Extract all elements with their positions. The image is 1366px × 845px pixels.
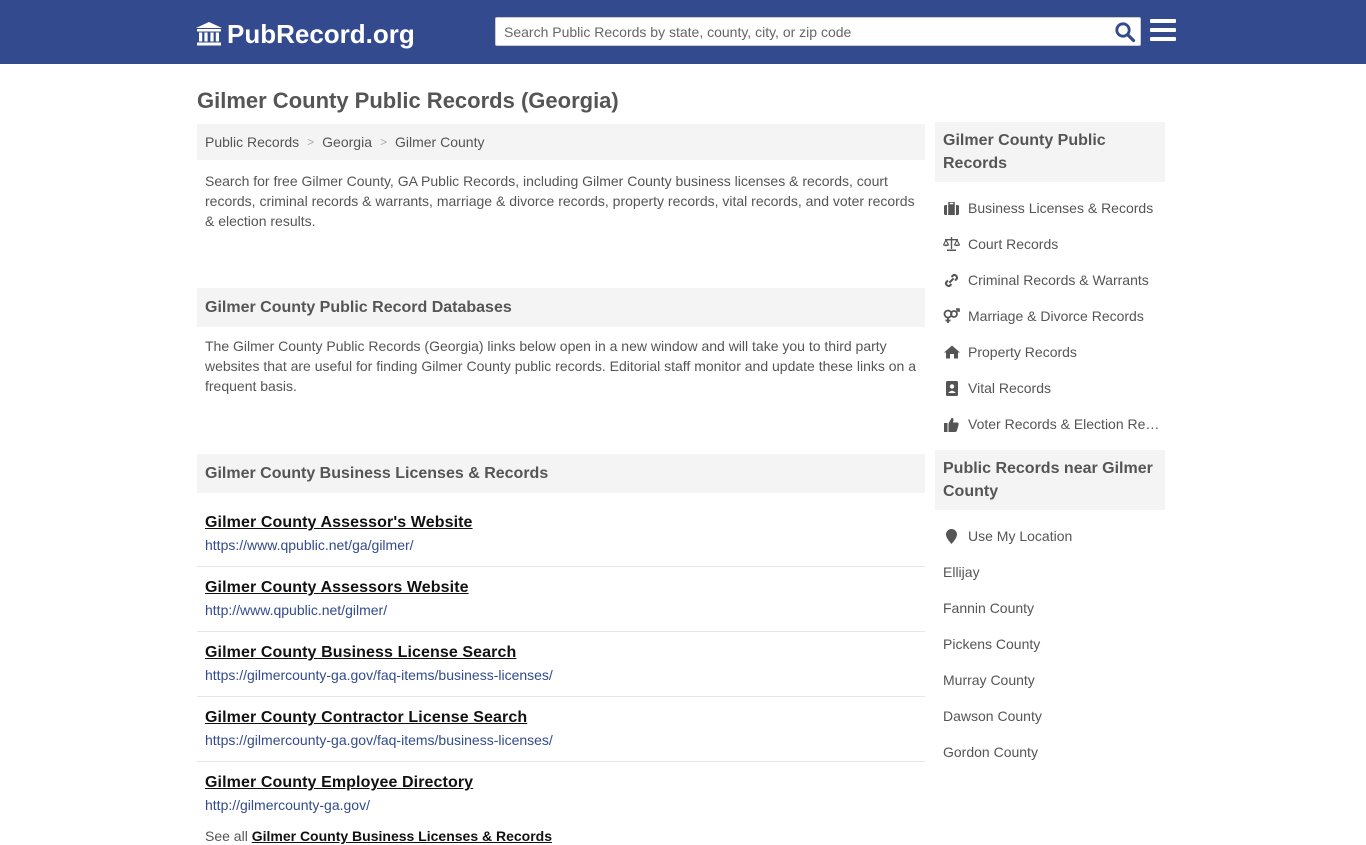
- main-content: Public Records > Georgia > Gilmer County…: [197, 124, 925, 845]
- record-url[interactable]: https://gilmercounty-ga.gov/faq-items/bu…: [205, 666, 917, 684]
- map-pin-icon: [943, 528, 960, 544]
- record-item: Gilmer County Contractor License Search …: [197, 697, 925, 762]
- near-item[interactable]: Murray County: [935, 662, 1165, 698]
- sidebar-item-label[interactable]: Court Records: [968, 236, 1058, 252]
- business-record-list: Gilmer County Assessor's Website https:/…: [197, 493, 925, 827]
- near-item-link[interactable]: Ellijay: [943, 564, 980, 580]
- top-navigation-bar: PubRecord.org: [0, 0, 1366, 64]
- use-my-location-label[interactable]: Use My Location: [968, 528, 1072, 544]
- sidebar-item-label[interactable]: Vital Records: [968, 380, 1051, 396]
- search-input[interactable]: [496, 18, 1106, 45]
- see-all-link[interactable]: Gilmer County Business Licenses & Record…: [252, 828, 552, 844]
- record-item: Gilmer County Business License Search ht…: [197, 632, 925, 697]
- intro-text: Search for free Gilmer County, GA Public…: [205, 173, 915, 229]
- sidebar: Gilmer County Public Records Business Li…: [935, 122, 1165, 770]
- see-all-prefix: See all: [205, 828, 248, 844]
- record-title-link[interactable]: Gilmer County Contractor License Search: [205, 707, 917, 729]
- near-item-link[interactable]: Gordon County: [943, 744, 1038, 760]
- record-title-link[interactable]: Gilmer County Employee Directory: [205, 772, 917, 794]
- breadcrumb-separator: >: [307, 135, 315, 149]
- near-item[interactable]: Pickens County: [935, 626, 1165, 662]
- menu-bar: [1150, 37, 1176, 41]
- near-item-link[interactable]: Pickens County: [943, 636, 1040, 652]
- databases-heading: Gilmer County Public Record Databases: [197, 288, 925, 327]
- near-item[interactable]: Gordon County: [935, 734, 1165, 770]
- breadcrumb-georgia[interactable]: Georgia: [322, 134, 372, 150]
- sidebar-item-label[interactable]: Criminal Records & Warrants: [968, 272, 1149, 288]
- site-logo-link[interactable]: PubRecord.org: [195, 18, 415, 50]
- sidebar-records-heading: Gilmer County Public Records: [935, 122, 1165, 182]
- sidebar-near-list: Use My Location Ellijay Fannin County Pi…: [935, 510, 1165, 770]
- sidebar-item-voter[interactable]: Voter Records & Election Results: [935, 406, 1165, 442]
- sidebar-item-property[interactable]: Property Records: [935, 334, 1165, 370]
- sidebar-item-label[interactable]: Business Licenses & Records: [968, 200, 1153, 216]
- near-item[interactable]: Ellijay: [935, 554, 1165, 590]
- breadcrumb: Public Records > Georgia > Gilmer County: [197, 124, 925, 160]
- record-url[interactable]: http://gilmercounty-ga.gov/: [205, 796, 917, 814]
- sidebar-item-label[interactable]: Property Records: [968, 344, 1077, 360]
- use-my-location[interactable]: Use My Location: [935, 518, 1165, 554]
- sidebar-item-criminal[interactable]: Criminal Records & Warrants: [935, 262, 1165, 298]
- id-card-icon: [943, 380, 960, 396]
- breadcrumb-gilmer-county[interactable]: Gilmer County: [395, 134, 484, 150]
- home-icon: [943, 344, 960, 360]
- page-title: Gilmer County Public Records (Georgia): [197, 88, 619, 113]
- record-title-link[interactable]: Gilmer County Assessors Website: [205, 577, 917, 599]
- near-item[interactable]: Fannin County: [935, 590, 1165, 626]
- sidebar-near-heading: Public Records near Gilmer County: [935, 450, 1165, 510]
- sidebar-item-business[interactable]: Business Licenses & Records: [935, 190, 1165, 226]
- search-icon[interactable]: [1114, 21, 1136, 43]
- record-url[interactable]: https://www.qpublic.net/ga/gilmer/: [205, 536, 917, 554]
- near-item-link[interactable]: Murray County: [943, 672, 1035, 688]
- link-icon: [943, 272, 960, 288]
- near-item-link[interactable]: Dawson County: [943, 708, 1042, 724]
- menu-bar: [1150, 28, 1176, 32]
- breadcrumb-separator: >: [379, 135, 387, 149]
- briefcase-icon: [943, 200, 960, 216]
- menu-bar: [1150, 19, 1176, 23]
- record-item: Gilmer County Employee Directory http://…: [197, 762, 925, 827]
- logo-text: PubRecord.org: [227, 18, 415, 49]
- see-all-row: See all Gilmer County Business Licenses …: [197, 827, 925, 845]
- record-title-link[interactable]: Gilmer County Business License Search: [205, 642, 917, 664]
- sidebar-records-list: Business Licenses & Records Court Record…: [935, 182, 1165, 450]
- search-bar: [495, 17, 1141, 46]
- scales-icon: [943, 236, 960, 252]
- near-item-link[interactable]: Fannin County: [943, 600, 1034, 616]
- record-title-link[interactable]: Gilmer County Assessor's Website: [205, 512, 917, 534]
- breadcrumb-public-records[interactable]: Public Records: [205, 134, 299, 150]
- sidebar-item-label[interactable]: Voter Records & Election Results: [968, 416, 1165, 432]
- thumbs-up-icon: [943, 416, 960, 432]
- sidebar-item-label[interactable]: Marriage & Divorce Records: [968, 308, 1144, 324]
- business-heading: Gilmer County Business Licenses & Record…: [197, 454, 925, 493]
- databases-description: The Gilmer County Public Records (Georgi…: [205, 338, 917, 394]
- sidebar-item-vital[interactable]: Vital Records: [935, 370, 1165, 406]
- record-item: Gilmer County Assessor's Website https:/…: [197, 502, 925, 567]
- record-item: Gilmer County Assessors Website http://w…: [197, 567, 925, 632]
- record-url[interactable]: https://gilmercounty-ga.gov/faq-items/bu…: [205, 731, 917, 749]
- courthouse-icon: [196, 22, 222, 46]
- hamburger-menu-icon[interactable]: [1150, 19, 1176, 43]
- near-item[interactable]: Dawson County: [935, 698, 1165, 734]
- record-url[interactable]: http://www.qpublic.net/gilmer/: [205, 601, 917, 619]
- sidebar-item-court[interactable]: Court Records: [935, 226, 1165, 262]
- gender-icon: [943, 308, 960, 324]
- sidebar-item-marriage[interactable]: Marriage & Divorce Records: [935, 298, 1165, 334]
